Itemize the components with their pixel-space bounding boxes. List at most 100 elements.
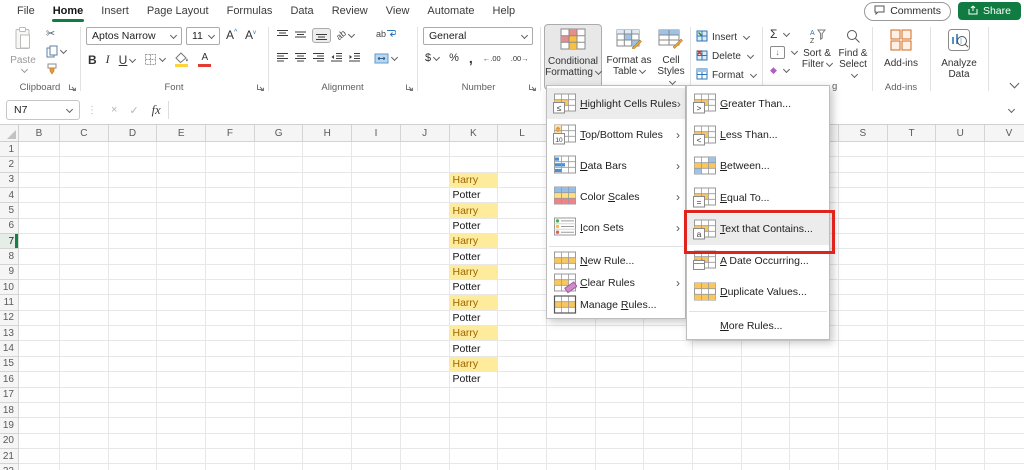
- cell-H14[interactable]: [303, 341, 353, 357]
- cell-J3[interactable]: [400, 172, 450, 189]
- tab-insert[interactable]: Insert: [92, 0, 138, 22]
- cell-T6[interactable]: [887, 218, 937, 235]
- cell-N20[interactable]: [595, 433, 645, 449]
- delete-cells-button[interactable]: Delete: [696, 49, 754, 64]
- cell-K11[interactable]: Harry: [449, 295, 499, 311]
- cell-F18[interactable]: [206, 402, 255, 419]
- row-header-21[interactable]: 21: [0, 448, 19, 465]
- cell-V12[interactable]: [985, 310, 1024, 327]
- cell-E15[interactable]: [157, 356, 207, 373]
- number-dialog-launcher[interactable]: [528, 83, 537, 92]
- cell-V10[interactable]: [985, 280, 1024, 296]
- cell-J11[interactable]: [400, 295, 450, 311]
- cell-J18[interactable]: [400, 402, 450, 419]
- cell-S2[interactable]: [839, 157, 888, 173]
- cell-T12[interactable]: [887, 310, 937, 327]
- cell-S10[interactable]: [839, 280, 888, 296]
- cell-P20[interactable]: [692, 433, 742, 449]
- cell-F7[interactable]: [206, 234, 255, 250]
- cell-S20[interactable]: [839, 433, 888, 449]
- cell-I18[interactable]: [352, 402, 401, 419]
- cell-K3[interactable]: Harry: [449, 172, 499, 189]
- cell-S1[interactable]: [839, 142, 888, 158]
- cell-V9[interactable]: [985, 264, 1024, 281]
- row-header-9[interactable]: 9: [0, 264, 19, 281]
- cell-G20[interactable]: [254, 433, 304, 449]
- cell-S5[interactable]: [839, 203, 888, 219]
- cell-D13[interactable]: [108, 326, 158, 342]
- cell-D16[interactable]: [108, 372, 158, 388]
- cell-L16[interactable]: [498, 372, 547, 388]
- cell-L13[interactable]: [498, 326, 547, 342]
- cell-H2[interactable]: [303, 157, 353, 173]
- cell-H12[interactable]: [303, 310, 353, 327]
- menu-item-equal-to[interactable]: = Equal To...: [687, 182, 829, 213]
- cell-J7[interactable]: [400, 234, 450, 250]
- cell-L14[interactable]: [498, 341, 547, 357]
- cell-F17[interactable]: [206, 387, 255, 403]
- cell-K13[interactable]: Harry: [449, 326, 499, 342]
- cell-O15[interactable]: [644, 356, 693, 373]
- decrease-indent-button[interactable]: [330, 52, 343, 66]
- cell-U11[interactable]: [936, 295, 986, 311]
- align-right-button[interactable]: [312, 52, 325, 66]
- cell-G7[interactable]: [254, 234, 304, 250]
- underline-button[interactable]: U: [119, 53, 137, 67]
- cell-O19[interactable]: [644, 418, 693, 434]
- cell-C16[interactable]: [60, 372, 109, 388]
- share-button[interactable]: Share: [957, 2, 1021, 20]
- cell-J22[interactable]: [400, 464, 450, 470]
- cell-M20[interactable]: [546, 433, 596, 449]
- cell-G12[interactable]: [254, 310, 304, 327]
- cell-C11[interactable]: [60, 295, 109, 311]
- cell-U14[interactable]: [936, 341, 986, 357]
- menu-item-between[interactable]: Between...: [687, 151, 829, 182]
- cell-G13[interactable]: [254, 326, 304, 342]
- cell-G14[interactable]: [254, 341, 304, 357]
- cell-L18[interactable]: [498, 402, 547, 419]
- cell-P19[interactable]: [692, 418, 742, 434]
- number-format-select[interactable]: General: [423, 27, 533, 45]
- comments-button[interactable]: Comments: [864, 1, 951, 21]
- cell-H6[interactable]: [303, 218, 353, 235]
- cell-H11[interactable]: [303, 295, 353, 311]
- cell-D3[interactable]: [108, 172, 158, 189]
- cell-T15[interactable]: [887, 356, 937, 373]
- italic-button[interactable]: I: [106, 52, 110, 67]
- cell-L4[interactable]: [498, 188, 547, 204]
- cell-D11[interactable]: [108, 295, 158, 311]
- currency-format-button[interactable]: $: [425, 52, 441, 64]
- cell-C3[interactable]: [60, 172, 109, 189]
- cell-V1[interactable]: [985, 142, 1024, 158]
- cell-H16[interactable]: [303, 372, 353, 388]
- cell-S12[interactable]: [839, 310, 888, 327]
- column-header-C[interactable]: C: [60, 125, 109, 142]
- insert-cells-button[interactable]: Insert: [696, 30, 751, 45]
- cell-T19[interactable]: [887, 418, 937, 434]
- wrap-text-button[interactable]: ab: [376, 28, 397, 39]
- cell-Q18[interactable]: [741, 402, 791, 419]
- row-header-20[interactable]: 20: [0, 433, 19, 449]
- cell-E22[interactable]: [157, 464, 207, 470]
- cell-N13[interactable]: [595, 326, 645, 342]
- cell-V21[interactable]: [985, 448, 1024, 465]
- cell-S22[interactable]: [839, 464, 888, 470]
- cell-T14[interactable]: [887, 341, 937, 357]
- cell-U8[interactable]: [936, 249, 986, 265]
- cell-V13[interactable]: [985, 326, 1024, 342]
- row-header-3[interactable]: 3: [0, 172, 19, 189]
- column-header-T[interactable]: T: [887, 125, 937, 142]
- cell-U13[interactable]: [936, 326, 986, 342]
- cell-F16[interactable]: [206, 372, 255, 388]
- align-middle-button[interactable]: [294, 29, 307, 43]
- cell-U17[interactable]: [936, 387, 986, 403]
- cell-O14[interactable]: [644, 341, 693, 357]
- cell-O20[interactable]: [644, 433, 693, 449]
- menu-item-icon-sets[interactable]: Icon Sets ›: [547, 212, 685, 243]
- cell-S18[interactable]: [839, 402, 888, 419]
- menu-item-text-that-contains[interactable]: a Text that Contains...: [687, 213, 829, 245]
- cell-G8[interactable]: [254, 249, 304, 265]
- cell-H20[interactable]: [303, 433, 353, 449]
- menu-item-highlight-cells-rules[interactable]: ≤ Highlight Cells Rules ›: [547, 88, 685, 119]
- cell-C5[interactable]: [60, 203, 109, 219]
